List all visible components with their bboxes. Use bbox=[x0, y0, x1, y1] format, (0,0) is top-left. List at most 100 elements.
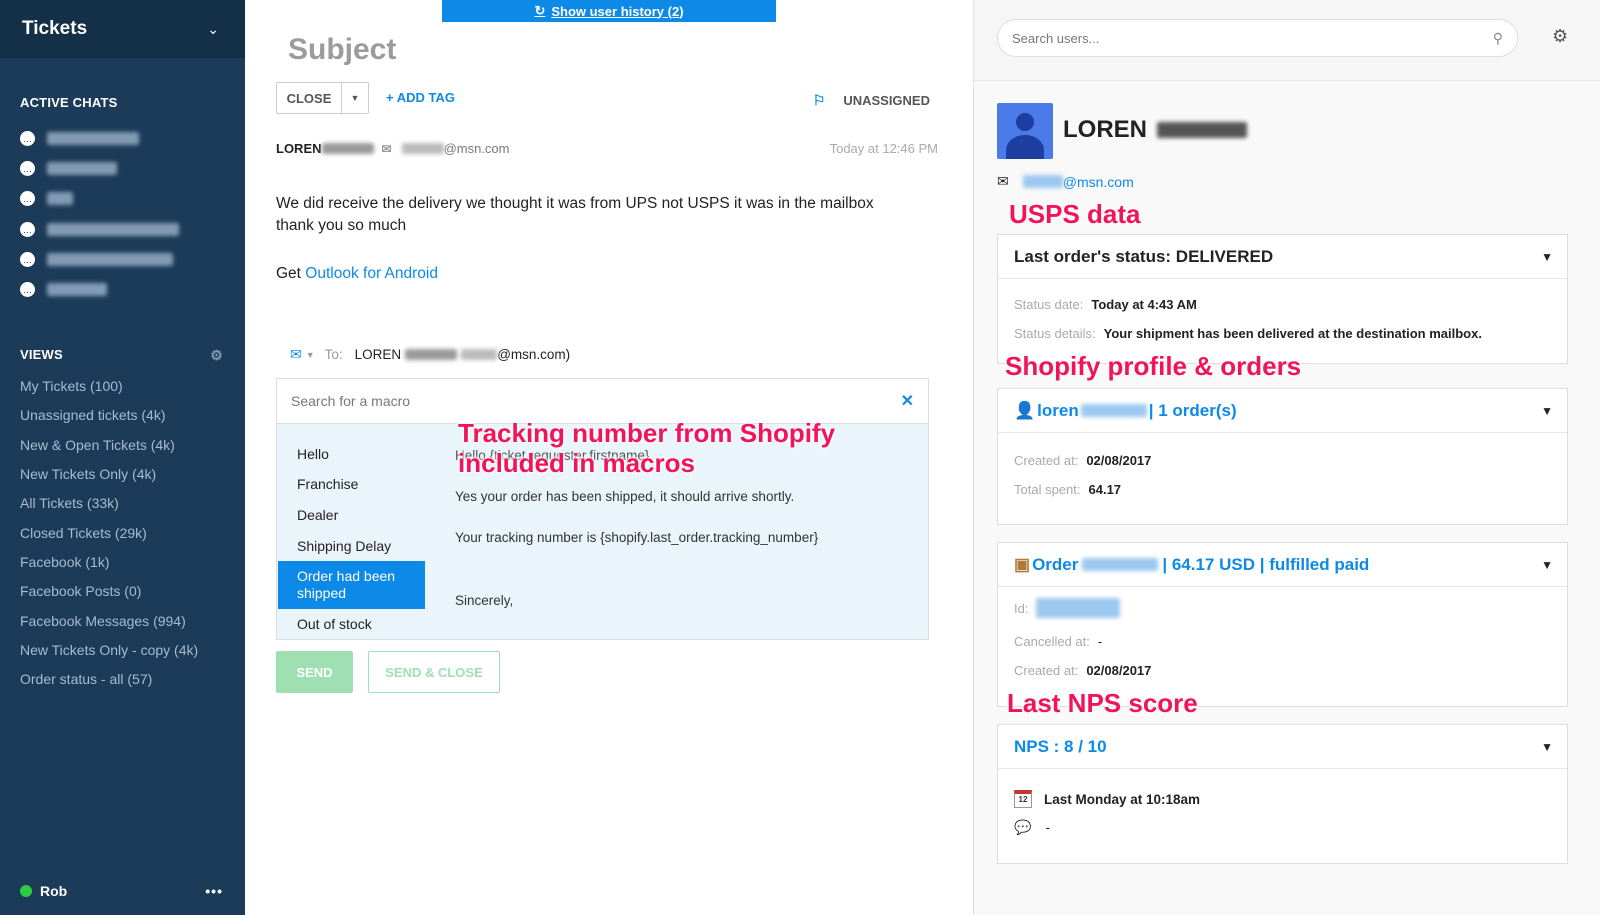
ticket-subject[interactable]: Subject bbox=[288, 33, 396, 67]
add-tag-button[interactable]: + ADD TAG bbox=[386, 90, 455, 105]
caret-down-icon[interactable]: ▼ bbox=[1541, 250, 1553, 264]
search-icon[interactable]: ⚲ bbox=[1493, 30, 1503, 47]
macro-item-out-of-stock[interactable]: Out of stock bbox=[297, 616, 372, 632]
status-date-label: Status date: bbox=[1014, 297, 1084, 312]
reply-recipient: ✉ ▼ To: LOREN @msn.com) bbox=[290, 346, 570, 363]
order-cancelled-row: Cancelled at: - bbox=[1014, 634, 1102, 649]
shopify-card-header[interactable]: 👤 loren | 1 order(s) ▼ bbox=[998, 389, 1567, 433]
chat-item[interactable]: … bbox=[20, 252, 173, 267]
reply-channel-envelope-icon[interactable]: ✉ bbox=[290, 346, 302, 363]
search-users-input[interactable]: Search users... ⚲ bbox=[997, 19, 1518, 57]
close-ticket-button[interactable]: CLOSE ▼ bbox=[276, 82, 369, 114]
order-card-header[interactable]: ▣ Order | 64.17 USD | fulfilled paid ▼ bbox=[998, 543, 1567, 587]
package-icon: ▣ bbox=[1014, 554, 1031, 574]
chat-item[interactable]: … bbox=[20, 222, 179, 237]
more-options-icon[interactable]: ••• bbox=[205, 883, 223, 899]
sidebar-view-all[interactable]: All Tickets (33k) bbox=[20, 495, 119, 511]
sidebar-view-new-open[interactable]: New & Open Tickets (4k) bbox=[20, 437, 175, 453]
shopify-card-title: 👤 loren | 1 order(s) bbox=[1014, 401, 1237, 421]
created-label: Created at: bbox=[1014, 453, 1079, 468]
usps-card-header[interactable]: Last order's status: DELIVERED ▼ bbox=[998, 235, 1567, 279]
nps-score: NPS : 8 / 10 bbox=[1014, 736, 1107, 756]
sidebar-view-facebook-messages[interactable]: Facebook Messages (994) bbox=[20, 613, 186, 629]
views-settings-gear-icon[interactable]: ⚙ bbox=[210, 347, 223, 364]
online-status-icon bbox=[20, 884, 32, 897]
order-summary: | 64.17 USD | fulfilled paid bbox=[1162, 554, 1370, 574]
annotation-tracking: Tracking number from Shopify included in… bbox=[458, 418, 836, 478]
customer-email[interactable]: ✉ @msn.com bbox=[997, 173, 1134, 190]
send-button[interactable]: SEND bbox=[276, 651, 353, 693]
sidebar-view-order-status[interactable]: Order status - all (57) bbox=[20, 671, 152, 687]
close-dropdown-icon[interactable]: ▼ bbox=[342, 83, 368, 113]
sidebar-title: Tickets bbox=[22, 18, 88, 39]
customer-name: LOREN bbox=[1063, 116, 1247, 144]
status-details-label: Status details: bbox=[1014, 326, 1096, 341]
chat-item[interactable]: … bbox=[20, 161, 117, 176]
history-label: Show user history (2) bbox=[551, 3, 684, 19]
chat-bubble-icon: … bbox=[20, 191, 35, 206]
chat-item[interactable]: … bbox=[20, 131, 139, 146]
order-created-value: 02/08/2017 bbox=[1086, 663, 1152, 678]
redacted-text bbox=[321, 143, 374, 154]
envelope-icon: ✉ bbox=[997, 173, 1009, 189]
sidebar-view-facebook[interactable]: Facebook (1k) bbox=[20, 554, 109, 570]
macro-item-hello[interactable]: Hello bbox=[297, 446, 329, 462]
nps-date-row: 12 Last Monday at 10:18am bbox=[1014, 790, 1200, 808]
shopify-created-row: Created at: 02/08/2017 bbox=[1014, 453, 1151, 468]
active-chats-heading: ACTIVE CHATS bbox=[20, 95, 118, 110]
chat-item[interactable]: … bbox=[20, 191, 73, 206]
nps-comment: - bbox=[1045, 820, 1050, 835]
to-label: To: bbox=[324, 347, 343, 362]
customer-email-text: @msn.com bbox=[1062, 173, 1134, 190]
outlook-link[interactable]: Outlook for Android bbox=[305, 265, 438, 282]
show-user-history-button[interactable]: ↻ Show user history (2) bbox=[442, 0, 776, 22]
sidebar-view-my-tickets[interactable]: My Tickets (100) bbox=[20, 378, 123, 394]
ticket-view: ↻ Show user history (2) Subject CLOSE ▼ … bbox=[245, 0, 973, 915]
redacted-text bbox=[1082, 558, 1159, 571]
macro-item-dealer[interactable]: Dealer bbox=[297, 507, 338, 523]
order-id-row: Id: bbox=[1014, 598, 1121, 618]
recipient-email: @msn.com) bbox=[497, 347, 571, 362]
order-id-label: Id: bbox=[1014, 600, 1029, 616]
macro-item-franchise[interactable]: Franchise bbox=[297, 476, 358, 492]
order-created-row: Created at: 02/08/2017 bbox=[1014, 663, 1151, 678]
shopify-name: loren bbox=[1037, 400, 1079, 420]
shopify-spent-row: Total spent: 64.17 bbox=[1014, 482, 1121, 497]
usps-status-card: Last order's status: DELIVERED ▼ Status … bbox=[997, 234, 1568, 364]
macro-item-shipping-delay[interactable]: Shipping Delay bbox=[297, 538, 391, 554]
redacted-text bbox=[1036, 598, 1121, 618]
caret-down-icon[interactable]: ▼ bbox=[1541, 558, 1553, 572]
chat-bubble-icon: … bbox=[20, 222, 35, 237]
current-user[interactable]: Rob bbox=[20, 882, 67, 900]
annotation-shopify: Shopify profile & orders bbox=[1005, 351, 1302, 381]
sidebar-view-new-only-copy[interactable]: New Tickets Only - copy (4k) bbox=[20, 642, 198, 658]
sidebar-view-facebook-posts[interactable]: Facebook Posts (0) bbox=[20, 583, 141, 599]
channel-dropdown-icon[interactable]: ▼ bbox=[306, 350, 315, 360]
sidebar-view-closed[interactable]: Closed Tickets (29k) bbox=[20, 525, 147, 541]
assignee-selector[interactable]: ⚐ UNASSIGNED bbox=[813, 92, 930, 109]
chevron-down-icon[interactable]: ⌄ bbox=[207, 21, 219, 38]
close-icon[interactable]: ✕ bbox=[901, 391, 914, 411]
caret-down-icon[interactable]: ▼ bbox=[1541, 404, 1553, 418]
sidebar-view-unassigned[interactable]: Unassigned tickets (4k) bbox=[20, 407, 166, 423]
sidebar-view-new-only[interactable]: New Tickets Only (4k) bbox=[20, 466, 156, 482]
caret-down-icon[interactable]: ▼ bbox=[1541, 740, 1553, 754]
customer-panel: Search users... ⚲ ⚙ LOREN ✉ @msn.com USP… bbox=[973, 0, 1600, 915]
nps-card: NPS : 8 / 10 ▼ 12 Last Monday at 10:18am… bbox=[997, 724, 1568, 864]
chat-bubble-icon: … bbox=[20, 252, 35, 267]
history-icon: ↻ bbox=[534, 3, 546, 18]
nps-card-header[interactable]: NPS : 8 / 10 ▼ bbox=[998, 725, 1567, 769]
chat-item[interactable]: … bbox=[20, 282, 107, 297]
order-created-label: Created at: bbox=[1014, 663, 1079, 678]
macro-item-order-shipped[interactable]: Order had been shipped bbox=[278, 561, 425, 609]
flag-icon: ⚐ bbox=[812, 92, 826, 108]
sidebar-header[interactable]: Tickets ⌄ bbox=[0, 0, 245, 58]
settings-gear-icon[interactable]: ⚙ bbox=[1552, 26, 1568, 47]
close-label[interactable]: CLOSE bbox=[277, 83, 342, 113]
annotation-nps: Last NPS score bbox=[1007, 688, 1198, 718]
calendar-icon: 12 bbox=[1014, 790, 1032, 808]
redacted-text bbox=[405, 349, 458, 360]
total-spent-label: Total spent: bbox=[1014, 482, 1081, 497]
send-and-close-button[interactable]: SEND & CLOSE bbox=[368, 651, 500, 693]
user-icon: 👤 bbox=[1014, 400, 1036, 420]
